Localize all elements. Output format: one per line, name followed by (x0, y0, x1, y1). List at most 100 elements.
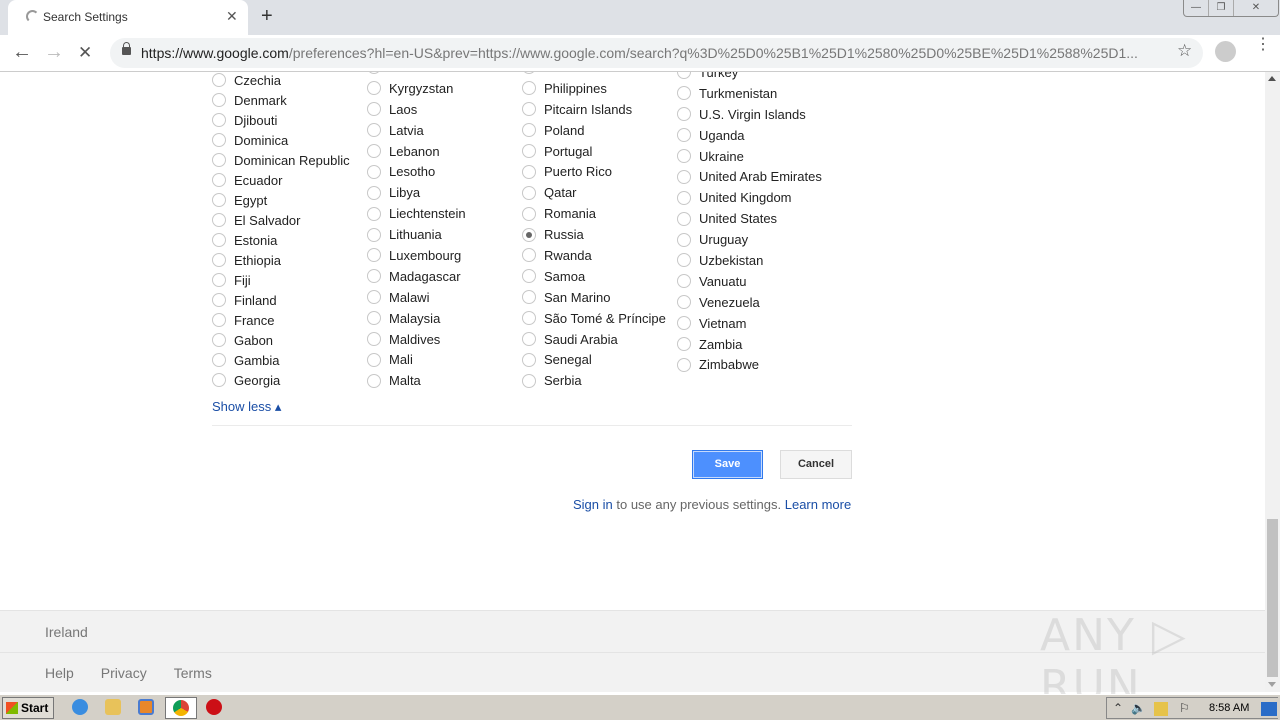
radio-button[interactable] (367, 269, 381, 284)
region-option[interactable]: Malta (367, 370, 466, 391)
radio-button[interactable] (677, 232, 691, 247)
radio-button[interactable] (212, 133, 226, 147)
radio-button[interactable] (677, 86, 691, 101)
region-option[interactable]: Venezuela (677, 292, 822, 313)
radio-button[interactable] (212, 253, 226, 267)
opera-icon[interactable] (206, 699, 222, 715)
start-button[interactable]: Start (2, 697, 54, 719)
region-option[interactable]: Samoa (522, 266, 666, 287)
region-option[interactable]: Fiji (212, 270, 350, 290)
radio-button[interactable] (522, 373, 536, 388)
region-option[interactable]: Serbia (522, 370, 666, 391)
region-option[interactable]: Mali (367, 349, 466, 370)
radio-button[interactable] (367, 81, 381, 96)
volume-icon[interactable]: 🔈 (1131, 701, 1146, 715)
show-less-link[interactable]: Show less ▴ (212, 399, 281, 415)
radio-button[interactable] (522, 123, 536, 138)
privacy-link[interactable]: Privacy (101, 665, 147, 681)
region-option[interactable]: Lebanon (367, 141, 466, 162)
address-bar[interactable]: https://www.google.com/preferences?hl=en… (110, 38, 1203, 68)
region-option[interactable]: U.S. Virgin Islands (677, 104, 822, 125)
restore-button[interactable]: ❐ (1209, 0, 1234, 16)
region-option[interactable]: San Marino (522, 287, 666, 308)
radio-button[interactable] (367, 206, 381, 221)
terms-link[interactable]: Terms (174, 665, 212, 681)
save-button[interactable]: Save (692, 450, 763, 479)
url-text[interactable]: https://www.google.com/preferences?hl=en… (141, 45, 1171, 61)
region-option[interactable]: Vietnam (677, 313, 822, 334)
radio-button[interactable] (212, 313, 226, 327)
radio-button[interactable] (212, 153, 226, 167)
radio-button[interactable] (677, 72, 691, 80)
radio-button[interactable] (367, 185, 381, 200)
radio-button[interactable] (212, 173, 226, 187)
region-option[interactable]: Vanuatu (677, 271, 822, 292)
radio-button[interactable] (367, 144, 381, 158)
radio-button[interactable] (367, 102, 381, 117)
internet-explorer-icon[interactable] (72, 699, 88, 715)
region-option[interactable]: Lesotho (367, 161, 466, 182)
region-option[interactable]: El Salvador (212, 210, 350, 230)
region-option[interactable]: Finland (212, 290, 350, 310)
back-button[interactable]: ← (12, 41, 32, 64)
radio-button[interactable] (367, 72, 381, 75)
radio-selected[interactable] (522, 227, 536, 242)
radio-button[interactable] (522, 248, 536, 263)
region-option[interactable]: Rwanda (522, 245, 666, 266)
radio-button[interactable] (677, 128, 691, 143)
region-option[interactable]: France (212, 310, 350, 330)
radio-button[interactable] (677, 274, 691, 289)
region-option[interactable]: Turkey (677, 72, 822, 83)
region-option[interactable]: Georgia (212, 370, 350, 390)
stop-button[interactable]: ✕ (78, 43, 92, 63)
radio-button[interactable] (212, 233, 226, 247)
radio-button[interactable] (212, 273, 226, 287)
region-option[interactable]: Philippines (522, 78, 666, 99)
radio-button[interactable] (522, 81, 536, 96)
region-option[interactable]: United Arab Emirates (677, 166, 822, 187)
radio-button[interactable] (522, 185, 536, 200)
radio-button[interactable] (677, 357, 691, 372)
region-option[interactable]: Kyrgyzstan (367, 78, 466, 99)
show-hidden-icons-icon[interactable]: ⌃ (1113, 701, 1123, 715)
action-center-flag-icon[interactable]: ⚐ (1179, 701, 1190, 715)
cancel-button[interactable]: Cancel (780, 450, 852, 479)
region-option[interactable]: Saudi Arabia (522, 329, 666, 350)
media-player-icon[interactable] (138, 699, 154, 715)
region-option[interactable]: Puerto Rico (522, 161, 666, 182)
radio-button[interactable] (212, 73, 226, 87)
close-window-button[interactable]: ✕ (1234, 0, 1278, 16)
radio-button[interactable] (367, 352, 381, 367)
region-option[interactable]: Zambia (677, 334, 822, 355)
radio-button[interactable] (677, 169, 691, 184)
learn-more-link[interactable]: Learn more (785, 497, 851, 512)
region-option[interactable]: Egypt (212, 190, 350, 210)
radio-button[interactable] (367, 332, 381, 347)
region-option[interactable]: United States (677, 208, 822, 229)
region-option[interactable]: Laos (367, 99, 466, 120)
radio-button[interactable] (212, 113, 226, 127)
file-explorer-icon[interactable] (105, 699, 121, 715)
show-desktop-icon[interactable] (1261, 702, 1277, 716)
radio-button[interactable] (212, 373, 226, 387)
radio-button[interactable] (212, 193, 226, 207)
region-option[interactable]: Turkmenistan (677, 83, 822, 104)
radio-button[interactable] (677, 316, 691, 331)
radio-button[interactable] (522, 311, 536, 326)
radio-button[interactable] (367, 373, 381, 388)
region-option[interactable]: Ecuador (212, 170, 350, 190)
region-option[interactable]: Ukraine (677, 146, 822, 167)
region-option[interactable]: Liechtenstein (367, 203, 466, 224)
region-option[interactable]: Denmark (212, 90, 350, 110)
radio-button[interactable] (677, 295, 691, 310)
tab-close-icon[interactable]: ✕ (226, 8, 238, 25)
region-option[interactable]: Qatar (522, 182, 666, 203)
region-option[interactable]: Zimbabwe (677, 354, 822, 375)
sign-in-link[interactable]: Sign in (573, 497, 613, 512)
radio-button[interactable] (522, 206, 536, 221)
radio-button[interactable] (677, 190, 691, 205)
radio-button[interactable] (677, 149, 691, 163)
forward-button[interactable]: → (44, 41, 64, 64)
region-option[interactable]: Romania (522, 203, 666, 224)
radio-button[interactable] (677, 211, 691, 226)
